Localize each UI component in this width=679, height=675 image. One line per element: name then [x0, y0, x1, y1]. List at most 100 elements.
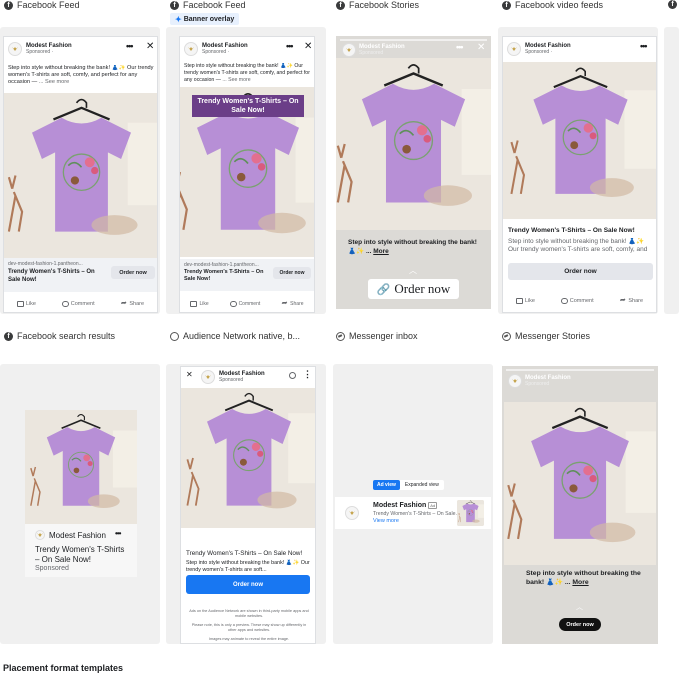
ad-image: [504, 402, 656, 565]
ad-badge: Ad: [428, 502, 438, 509]
like-button[interactable]: Like: [190, 301, 209, 307]
fb-stories-card[interactable]: Modest Fashion Sponsored ••• ✕ Step into…: [336, 36, 491, 309]
comment-icon: [560, 298, 568, 304]
order-now-button[interactable]: Order now: [111, 266, 155, 279]
placement-title-facebook-stories: f Facebook Stories: [336, 0, 496, 10]
post-header: Modest Fashion Sponsored ·: [507, 42, 571, 56]
like-icon: [515, 298, 523, 304]
comment-icon: [229, 301, 237, 307]
sponsored-label: Sponsored ·: [202, 49, 230, 55]
view-more-link[interactable]: View more: [373, 518, 399, 524]
link-preview[interactable]: dev-modest-fashion-1.pantheon... Trendy …: [4, 258, 157, 292]
story-progress-bar: [340, 39, 487, 41]
comment-button[interactable]: Comment: [560, 298, 594, 304]
more-options-icon[interactable]: •••: [640, 41, 648, 51]
close-icon[interactable]: ✕: [186, 370, 193, 379]
order-now-button[interactable]: Order now: [186, 575, 310, 594]
inbox-thumbnail: [457, 500, 484, 526]
banner-overlay-badge[interactable]: ✦ Banner overlay: [170, 13, 240, 25]
fb-search-card[interactable]: Modest Fashion ••• Trendy Women's T-Shir…: [25, 410, 137, 577]
messenger-stories-card[interactable]: Modest Fashion Sponsored Step into style…: [502, 366, 658, 644]
tab-expanded-view[interactable]: Expanded view: [400, 480, 444, 490]
more-link[interactable]: More: [373, 248, 389, 255]
comment-button[interactable]: Comment: [61, 301, 95, 307]
chevron-up-icon: ︿: [409, 266, 417, 275]
ad-headline: Trendy Women's T-Shirts – On Sale Now!: [35, 545, 125, 564]
placement-title-facebook-feed-overlay: f Facebook Feed: [170, 0, 330, 10]
inbox-title: Modest Fashion Ad: [373, 502, 438, 509]
post-header: Modest Fashion Sponsored ·: [8, 42, 72, 56]
placement-title-next: f: [668, 0, 679, 9]
fb-feed-card[interactable]: Modest Fashion Sponsored · ••• ✕ Step in…: [3, 36, 158, 313]
tab-ad-view[interactable]: Ad view: [373, 480, 400, 490]
story-cta-button[interactable]: 🔗 Order now: [368, 279, 459, 299]
like-button[interactable]: Like: [515, 298, 535, 304]
fb-video-card[interactable]: Modest Fashion Sponsored · ••• Trendy Wo…: [502, 36, 657, 313]
audience-network-card[interactable]: ✕ Modest Fashion Sponsored ⋮ Trendy Wome…: [180, 366, 316, 644]
ad-image: [25, 410, 137, 524]
placement-title-messenger-inbox: Messenger inbox: [336, 331, 496, 341]
post-actions: Like Comment Share: [180, 299, 314, 307]
story-cta-button[interactable]: Order now: [559, 618, 601, 631]
close-icon[interactable]: ✕: [477, 42, 485, 53]
section-title: Placement format templates: [3, 663, 124, 673]
see-more-link[interactable]: ... See more: [39, 79, 69, 85]
share-button[interactable]: Share: [281, 299, 303, 307]
story-progress-bar: [506, 369, 654, 371]
share-icon: [281, 299, 288, 307]
ad-body-text: Step into style without breaking the ban…: [186, 560, 310, 573]
brand-logo: [342, 43, 356, 57]
ad-headline: Trendy Women's T-Shirts – On Sale Now!: [184, 269, 264, 282]
post-actions: Like Comment Share: [503, 296, 656, 304]
more-link[interactable]: More: [572, 579, 588, 586]
placement-title-facebook-video: f Facebook video feeds: [502, 0, 662, 10]
more-options-icon[interactable]: •••: [126, 41, 134, 51]
close-icon[interactable]: ✕: [146, 41, 154, 52]
sponsored-label: Sponsored ·: [26, 49, 54, 55]
sponsored-label: Sponsored: [359, 50, 384, 56]
close-icon[interactable]: ✕: [304, 41, 312, 52]
brand-name: Modest Fashion: [49, 530, 106, 540]
messenger-view-tabs: Ad view Expanded view: [373, 480, 444, 490]
an-header: Modest Fashion Sponsored: [201, 370, 265, 384]
next-preview-panel: [664, 27, 679, 314]
story-header: Modest Fashion Sponsored: [508, 374, 571, 388]
ad-image: [4, 93, 157, 258]
share-button[interactable]: Share: [619, 296, 643, 304]
inbox-snippet: Trendy Women's T-Shirts – On Sale...: [373, 511, 460, 517]
audience-footnotes: Ads on the Audience Network are shown in…: [189, 609, 309, 641]
facebook-icon: f: [668, 0, 677, 9]
fb-feed-overlay-card[interactable]: Modest Fashion Sponsored · ••• ✕ Step in…: [179, 36, 315, 313]
more-options-icon[interactable]: ⋮: [303, 369, 312, 380]
story-text: Step into style without breaking the ban…: [348, 239, 477, 255]
order-now-button[interactable]: Order now: [273, 267, 311, 279]
placement-title-facebook-search: f Facebook search results: [4, 331, 164, 341]
messenger-icon: [336, 331, 345, 341]
more-options-icon[interactable]: •••: [456, 42, 464, 52]
link-icon: 🔗: [376, 283, 391, 296]
chevron-up-icon: ︿: [576, 604, 583, 611]
brand-logo: [507, 42, 521, 56]
share-button[interactable]: Share: [120, 299, 144, 307]
link-preview[interactable]: dev-modest-fashion-1.pantheon... Trendy …: [180, 259, 314, 291]
story-text: Step into style without breaking the ban…: [526, 570, 641, 586]
sparkle-icon: ✦: [175, 14, 182, 24]
order-now-button[interactable]: Order now: [508, 263, 653, 280]
ad-headline: Trendy Women's T-Shirts – On Sale Now!: [8, 269, 95, 283]
ad-image: [181, 388, 315, 528]
brand-logo: [201, 370, 215, 384]
more-options-icon[interactable]: •••: [286, 41, 294, 51]
banner-overlay-text: Trendy Women's T-Shirts – On Sale Now!: [192, 95, 304, 117]
adchoices-icon[interactable]: [289, 372, 296, 379]
search-header: Modest Fashion: [35, 530, 106, 540]
see-more-link[interactable]: ... See more: [222, 77, 250, 83]
ad-image: [503, 62, 656, 219]
like-button[interactable]: Like: [16, 301, 36, 307]
story-header: Modest Fashion Sponsored: [342, 43, 405, 57]
sponsored-label: Sponsored: [35, 565, 69, 572]
more-options-icon[interactable]: •••: [115, 529, 121, 538]
comment-button[interactable]: Comment: [229, 301, 260, 307]
placement-title-facebook-feed: f Facebook Feed: [4, 0, 164, 10]
ad-headline: Trendy Women's T-Shirts – On Sale Now!: [186, 550, 303, 557]
messenger-inbox-row[interactable]: Modest Fashion Ad Trendy Women's T-Shirt…: [335, 497, 491, 529]
